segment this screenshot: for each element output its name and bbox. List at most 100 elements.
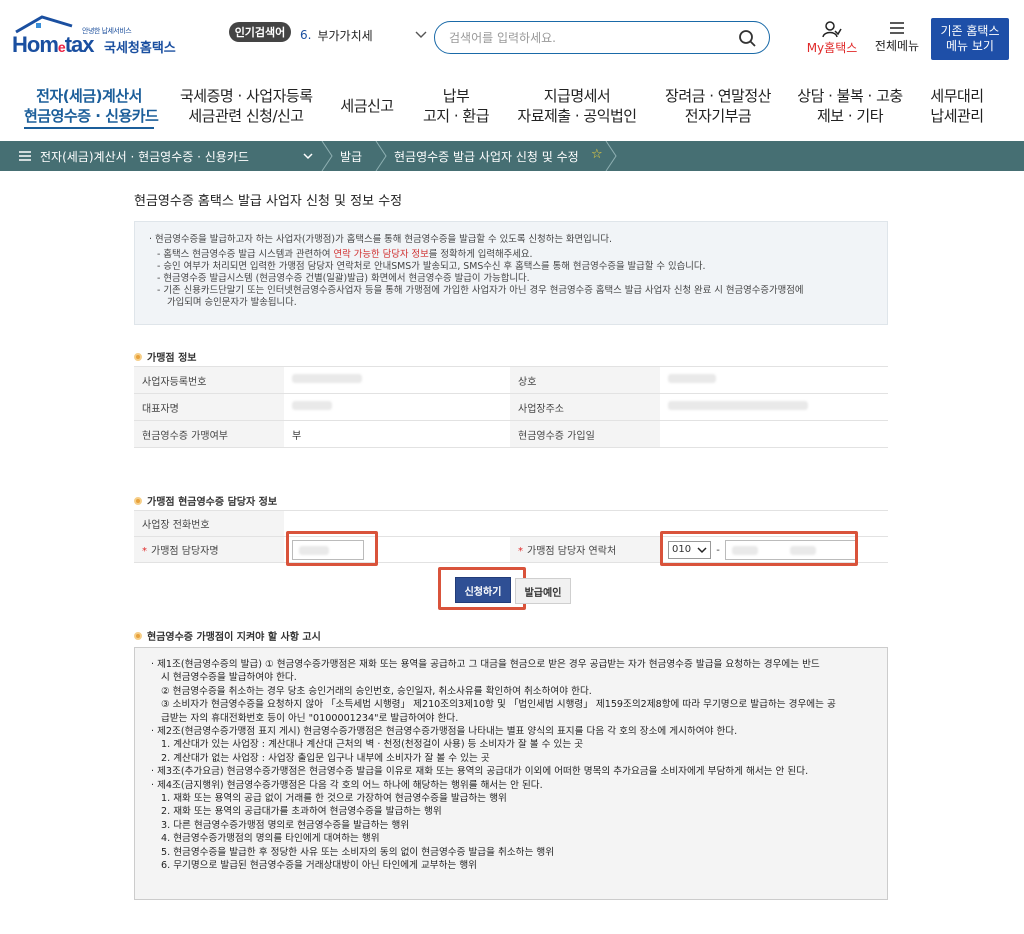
nav-label: 납부 — [442, 87, 470, 105]
nav-label: 전자(세금)계산서 — [36, 87, 142, 105]
header: 안녕한 납세서비스 Hometax 국세청홈택스 인기검색어 6. 부가가치세 … — [0, 0, 1024, 70]
star-icon[interactable]: ☆ — [591, 147, 603, 162]
joined-label: 현금영수증 가맹여부 — [134, 420, 284, 448]
contact-info-title: 가맹점 현금영수증 담당자 정보 — [134, 493, 277, 508]
rule-line: · 제4조(금지행위) 현금영수증가맹점은 다음 각 호의 어느 하나에 해당하… — [151, 779, 543, 791]
breadcrumb-separator-icon — [605, 141, 617, 171]
page-title: 현금영수증 홈택스 발급 사업자 신청 및 정보 수정 — [134, 194, 403, 209]
nav-label: 세금관련 신청/신고 — [188, 107, 304, 125]
rule-line: 3. 다른 현금영수증가맹점 명의로 현금영수증을 발급하는 행위 — [161, 819, 410, 831]
required-icon: * — [142, 546, 147, 557]
rules-title: 현금영수증 가맹점이 지켜야 할 사항 고시 — [134, 628, 321, 643]
highlight-manager-name — [286, 531, 378, 566]
logo-korean: 국세청홈택스 — [104, 41, 176, 56]
required-icon: * — [518, 546, 523, 557]
rule-line: · 제2조(현금영수증가맹점 표지 게시) 현금영수증가맹점은 현금영수증가맹점… — [151, 726, 738, 738]
address-label: 사업장주소 — [510, 393, 660, 421]
rule-line: 2. 계산대가 없는 사업장 : 사업장 출입문 입구나 내부에 소비자가 잘 … — [161, 752, 490, 764]
join-date-label: 현금영수증 가입일 — [510, 420, 660, 448]
nav-label: 납세관리 — [930, 107, 984, 125]
all-menu-label: 전체메뉴 — [874, 39, 920, 53]
biz-no-label: 사업자등록번호 — [134, 366, 284, 394]
notice-line: - 승인 여부가 처리되면 입력한 가맹점 담당자 연락처로 안내SMS가 발송… — [157, 261, 706, 272]
popular-search-select[interactable]: 6. 부가가치세 — [300, 24, 428, 46]
nav-label: 현금영수증 · 신용카드 — [24, 106, 159, 129]
old-btn-line2: 메뉴 보기 — [946, 39, 994, 53]
nav-statements[interactable]: 지급명세서 자료제출 · 공익법인 — [512, 86, 642, 126]
nav-label: 상담 · 불복 · 고충 — [797, 87, 903, 105]
user-icon — [822, 21, 842, 38]
joined-value: 부 — [284, 420, 510, 448]
bullet-icon — [134, 352, 142, 361]
my-hometax-button[interactable]: My홈택스 — [803, 20, 861, 60]
rule-line: · 제3조(추가요금) 현금영수증가맹점은 현금영수증 발급을 이유로 재화 또… — [151, 766, 809, 778]
search-input[interactable] — [449, 30, 729, 45]
hamburger-icon — [890, 22, 904, 34]
biz-phone-label: 사업장 전화번호 — [134, 510, 284, 537]
notice-line: - 현금영수증 발급시스템 (현금영수증 건별(일괄)발급) 화면에서 현금영수… — [157, 273, 530, 284]
rule-line: 5. 현금영수증을 발급한 후 정당한 사유 또는 소비자의 동의 없이 현금영… — [161, 846, 555, 858]
popular-rank: 6. — [300, 28, 312, 42]
house-roof-icon — [15, 15, 73, 34]
nav-consult[interactable]: 상담 · 불복 · 고충 제보 · 기타 — [794, 86, 906, 126]
rule-line: 시 현금영수증을 발급하여야 한다. — [161, 672, 297, 684]
nav-label: 세금신고 — [340, 97, 394, 115]
old-hometax-menu-button[interactable]: 기존 홈택스 메뉴 보기 — [931, 18, 1009, 60]
highlight-manager-contact — [660, 531, 858, 566]
nav-e-invoice[interactable]: 전자(세금)계산서 현금영수증 · 신용카드 — [24, 86, 159, 129]
notice-box: · 현금영수증을 발급하고자 하는 사업자(가맹점)가 홈택스를 통해 현금영수… — [134, 221, 888, 325]
chevron-down-icon[interactable] — [302, 150, 314, 162]
breadcrumb-separator-icon — [375, 141, 387, 171]
rule-line: 급받는 자의 휴대전화번호 등이 아닌 "0100001234"로 발급하여야 … — [161, 712, 459, 724]
biz-no-value — [284, 366, 510, 394]
nav-label: 세무대리 — [930, 87, 984, 105]
rule-line: ② 현금영수증을 취소하는 경우 당초 승인거래의 승인번호, 승인일자, 취소… — [161, 685, 592, 697]
nav-agent[interactable]: 세무대리 납세관리 — [922, 86, 992, 126]
address-value — [660, 393, 888, 421]
rule-line: 2. 재화 또는 용역의 공급대가를 초과하여 현금영수증을 발급하는 행위 — [161, 806, 442, 818]
breadcrumb-level3[interactable]: 현금영수증 발급 사업자 신청 및 수정 — [394, 148, 579, 165]
merchant-info-title: 가맹점 정보 — [134, 349, 196, 364]
bullet-icon — [134, 496, 142, 505]
notice-intro: · 현금영수증을 발급하고자 하는 사업자(가맹점)가 홈택스를 통해 현금영수… — [149, 234, 613, 245]
main-nav: 전자(세금)계산서 현금영수증 · 신용카드 국세증명 · 사업자등록 세금관련… — [0, 80, 1024, 132]
breadcrumb-level2[interactable]: 발급 — [340, 148, 362, 165]
nav-label: 전자기부금 — [684, 107, 752, 125]
all-menu-button[interactable]: 전체메뉴 — [868, 20, 926, 60]
logo-wordmark: Hometax — [12, 32, 94, 57]
rule-line: 1. 계산대가 있는 사업장 : 계산대나 계산대 근처의 벽 · 천정(천정걸… — [161, 739, 584, 751]
rule-line: · 제1조(현금영수증의 발급) ① 현금영수증가맹점은 재화 또는 용역을 공… — [151, 659, 820, 670]
nav-label: 고지 · 환급 — [422, 107, 490, 125]
nav-incentive[interactable]: 장려금 · 연말정산 전자기부금 — [660, 86, 776, 126]
manager-contact-label: * 가맹점 담당자 연락처 — [510, 536, 660, 563]
breadcrumb-separator-icon — [321, 141, 333, 171]
join-date-value — [660, 420, 888, 448]
menu-icon[interactable] — [18, 149, 32, 163]
nav-tax-return[interactable]: 세금신고 — [334, 96, 400, 116]
chevron-down-icon — [415, 31, 427, 38]
company-name-value — [660, 366, 888, 394]
nav-label: 장려금 · 연말정산 — [665, 87, 771, 105]
breadcrumb-level1[interactable]: 전자(세금)계산서 · 현금영수증 · 신용카드 — [40, 148, 249, 165]
nav-label: 지급명세서 — [543, 87, 611, 105]
nav-label: 국세증명 · 사업자등록 — [180, 87, 313, 105]
my-hometax-label: My홈택스 — [806, 41, 858, 55]
confirm-issue-button[interactable]: 발급예인 — [515, 578, 571, 604]
hometax-logo[interactable]: 안녕한 납세서비스 Hometax 국세청홈택스 — [12, 14, 180, 58]
nav-certificate[interactable]: 국세증명 · 사업자등록 세금관련 신청/신고 — [180, 86, 313, 126]
nav-label: 자료제출 · 공익법인 — [517, 107, 637, 125]
rule-line: 1. 재화 또는 용역의 공급 없이 거래를 한 것으로 가장하여 현금영수증을… — [161, 793, 507, 805]
nav-label: 제보 · 기타 — [816, 107, 884, 125]
manager-name-label: * 가맹점 담당자명 — [134, 536, 284, 563]
apply-button[interactable]: 신청하기 — [455, 577, 511, 603]
company-name-label: 상호 — [510, 366, 660, 394]
old-btn-line1: 기존 홈택스 — [940, 24, 1000, 38]
popular-keyword: 부가가치세 — [317, 28, 373, 43]
rule-line: 4. 현금영수증가맹점의 명의를 타인에게 대여하는 행위 — [161, 833, 380, 845]
rules-box: · 제1조(현금영수증의 발급) ① 현금영수증가맹점은 재화 또는 용역을 공… — [134, 647, 888, 900]
nav-payment[interactable]: 납부 고지 · 환급 — [422, 86, 490, 126]
breadcrumb: 전자(세금)계산서 · 현금영수증 · 신용카드 발급 현금영수증 발급 사업자… — [0, 141, 1024, 171]
search-icon[interactable] — [737, 28, 757, 48]
notice-line: - 홈택스 현금영수증 발급 시스템과 관련하여 연락 가능한 담당자 정보를 … — [157, 249, 533, 260]
rule-line: 6. 무기명으로 발급된 현금영수증을 거래상대방이 아닌 타인에게 교부하는 … — [161, 860, 477, 872]
